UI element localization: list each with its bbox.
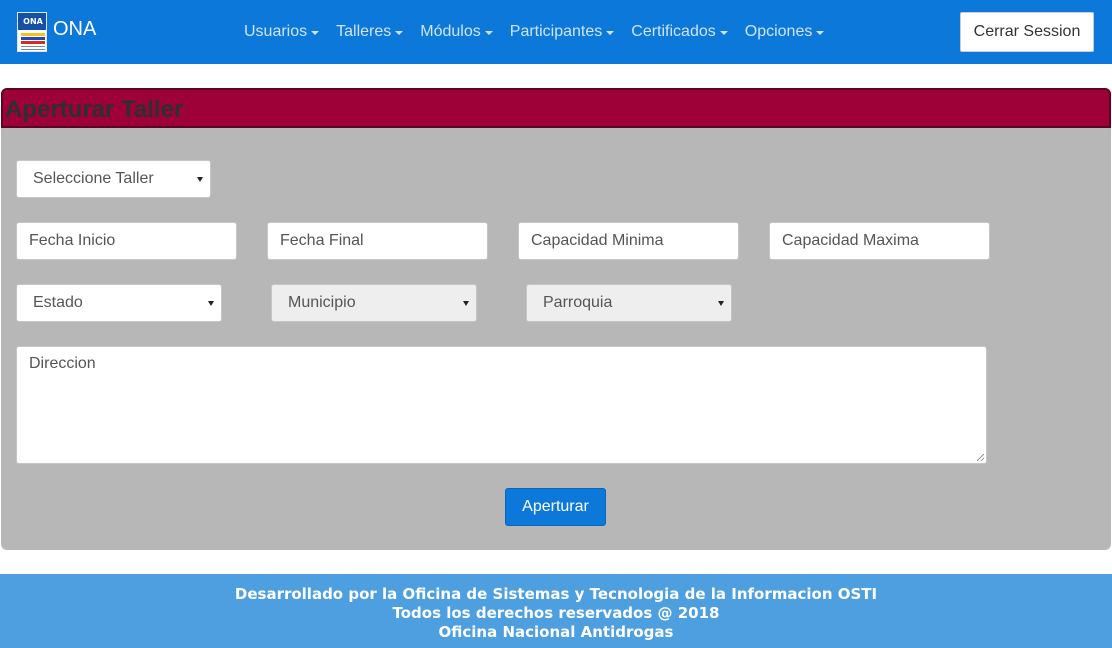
caret-down-icon: [606, 31, 615, 35]
taller-select-value: Seleccione Taller: [33, 170, 154, 187]
capacidad-maxima-placeholder: Capacidad Maxima: [782, 232, 919, 249]
direccion-textarea[interactable]: Direccion: [16, 346, 987, 464]
footer-credits: Desarrollado por la Oficina de Sistemas …: [234, 585, 878, 603]
taller-select[interactable]: Seleccione Taller: [16, 160, 211, 198]
chevron-down-icon: [208, 301, 214, 306]
top-navbar: ONA ONA Usuarios Talleres Módulos Partic…: [0, 0, 1112, 64]
parroquia-select-value: Parroquia: [543, 294, 613, 311]
fecha-final-field[interactable]: Fecha Final: [267, 222, 488, 260]
nav-item-label: Participantes: [509, 23, 603, 40]
nav-item-label: Opciones: [744, 23, 813, 40]
estado-select-value: Estado: [33, 294, 83, 311]
footer: Desarrollado por la Oficina de Sistemas …: [0, 574, 1112, 648]
nav-item-label: Módulos: [420, 23, 481, 40]
municipio-select-value: Municipio: [288, 294, 356, 311]
brand[interactable]: ONA ONA: [17, 12, 96, 52]
panel-title: Aperturar Taller: [5, 96, 184, 123]
fecha-inicio-placeholder: Fecha Inicio: [29, 232, 116, 249]
capacidad-maxima-field[interactable]: Capacidad Maxima: [769, 222, 990, 260]
caret-down-icon: [395, 31, 404, 35]
nav-item-talleres[interactable]: Talleres: [336, 22, 404, 42]
nav-item-label: Usuarios: [244, 23, 308, 40]
nav-item-certificados[interactable]: Certificados: [631, 22, 728, 42]
nav-item-label: Certificados: [631, 23, 716, 40]
fecha-inicio-field[interactable]: Fecha Inicio: [16, 222, 237, 260]
chevron-down-icon: [463, 301, 469, 306]
chevron-down-icon: [718, 301, 724, 306]
caret-down-icon: [719, 31, 728, 35]
parroquia-select[interactable]: Parroquia: [526, 284, 732, 322]
footer-copyright: Todos los derechos reservados @ 2018: [392, 604, 720, 622]
direccion-placeholder: Direccion: [29, 355, 96, 372]
aperturar-taller-panel: Aperturar Taller Seleccione Taller Fecha…: [1, 88, 1111, 550]
municipio-select[interactable]: Municipio: [271, 284, 477, 322]
caret-down-icon: [484, 31, 493, 35]
panel-header: Aperturar Taller: [1, 88, 1111, 128]
main-nav: Usuarios Talleres Módulos Participantes …: [244, 22, 841, 42]
aperturar-button[interactable]: Aperturar: [505, 488, 606, 526]
estado-select[interactable]: Estado: [16, 284, 222, 322]
resize-handle-icon[interactable]: [977, 454, 984, 461]
brand-name: ONA: [53, 18, 97, 40]
ona-logo-icon: ONA: [17, 12, 47, 52]
fecha-final-placeholder: Fecha Final: [280, 232, 364, 249]
footer-organization: Oficina Nacional Antidrogas: [438, 623, 674, 641]
logout-button[interactable]: Cerrar Session: [960, 12, 1094, 52]
nav-item-opciones[interactable]: Opciones: [745, 22, 825, 42]
caret-down-icon: [311, 31, 320, 35]
nav-item-usuarios[interactable]: Usuarios: [244, 22, 320, 42]
nav-item-participantes[interactable]: Participantes: [510, 22, 615, 42]
capacidad-minima-field[interactable]: Capacidad Minima: [518, 222, 739, 260]
caret-down-icon: [816, 31, 825, 35]
nav-item-label: Talleres: [336, 23, 392, 40]
capacidad-minima-placeholder: Capacidad Minima: [531, 232, 664, 249]
chevron-down-icon: [197, 177, 203, 182]
nav-item-modulos[interactable]: Módulos: [420, 22, 493, 42]
logo-text: ONA: [18, 13, 46, 30]
